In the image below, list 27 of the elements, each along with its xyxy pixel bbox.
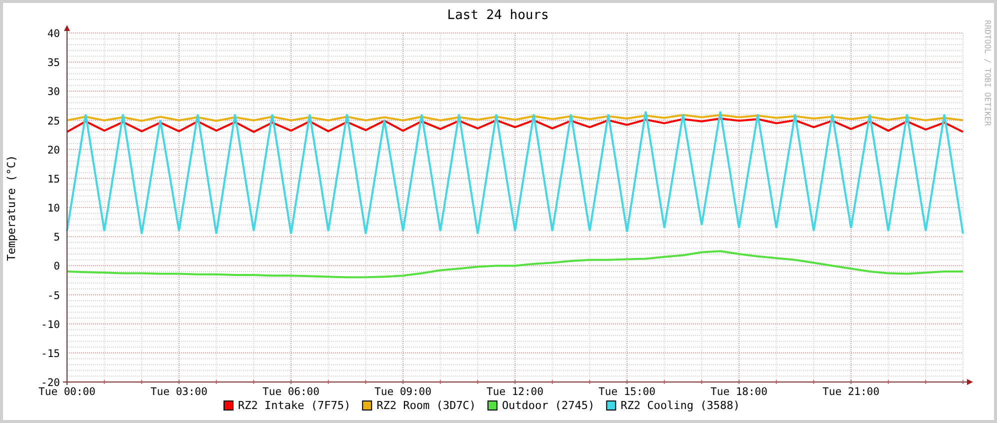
tick-label: 25 — [47, 115, 60, 128]
tick-label: 5 — [54, 232, 60, 244]
tick-label: 20 — [47, 144, 60, 156]
tick-label: -5 — [47, 290, 60, 302]
legend-label: RZ2 Cooling (3588) — [620, 399, 740, 412]
chart-title: Last 24 hours — [447, 8, 549, 23]
tick-label: Tue 18:00 — [710, 386, 768, 398]
tick-label: Tue 03:00 — [150, 386, 208, 398]
tick-label: Tue 12:00 — [486, 386, 544, 398]
tick-label: 15 — [47, 173, 60, 186]
tick-label: Tue 00:00 — [38, 386, 96, 398]
tick-label: 40 — [47, 28, 60, 40]
tick-label: 30 — [47, 86, 60, 98]
legend-label: RZ2 Room (3D7C) — [376, 399, 476, 412]
tick-label: -10 — [41, 318, 60, 331]
tick-label: Tue 21:00 — [822, 386, 880, 398]
credit-text: RRDTOOL / TOBI OETIKER — [983, 20, 992, 126]
tick-label: Tue 15:00 — [598, 386, 656, 398]
tick-label: -15 — [41, 348, 60, 360]
tick-label: 0 — [54, 260, 60, 273]
tick-label: Tue 09:00 — [374, 386, 432, 398]
axis-title: Temperature (°C) — [5, 155, 18, 261]
legend-label: RZ2 Intake (7F75) — [238, 399, 351, 412]
tick-label: 35 — [47, 57, 60, 70]
tick-label: 10 — [47, 202, 60, 214]
legend-label: Outdoor (2745) — [502, 399, 595, 412]
tick-label: Tue 06:00 — [262, 386, 320, 398]
